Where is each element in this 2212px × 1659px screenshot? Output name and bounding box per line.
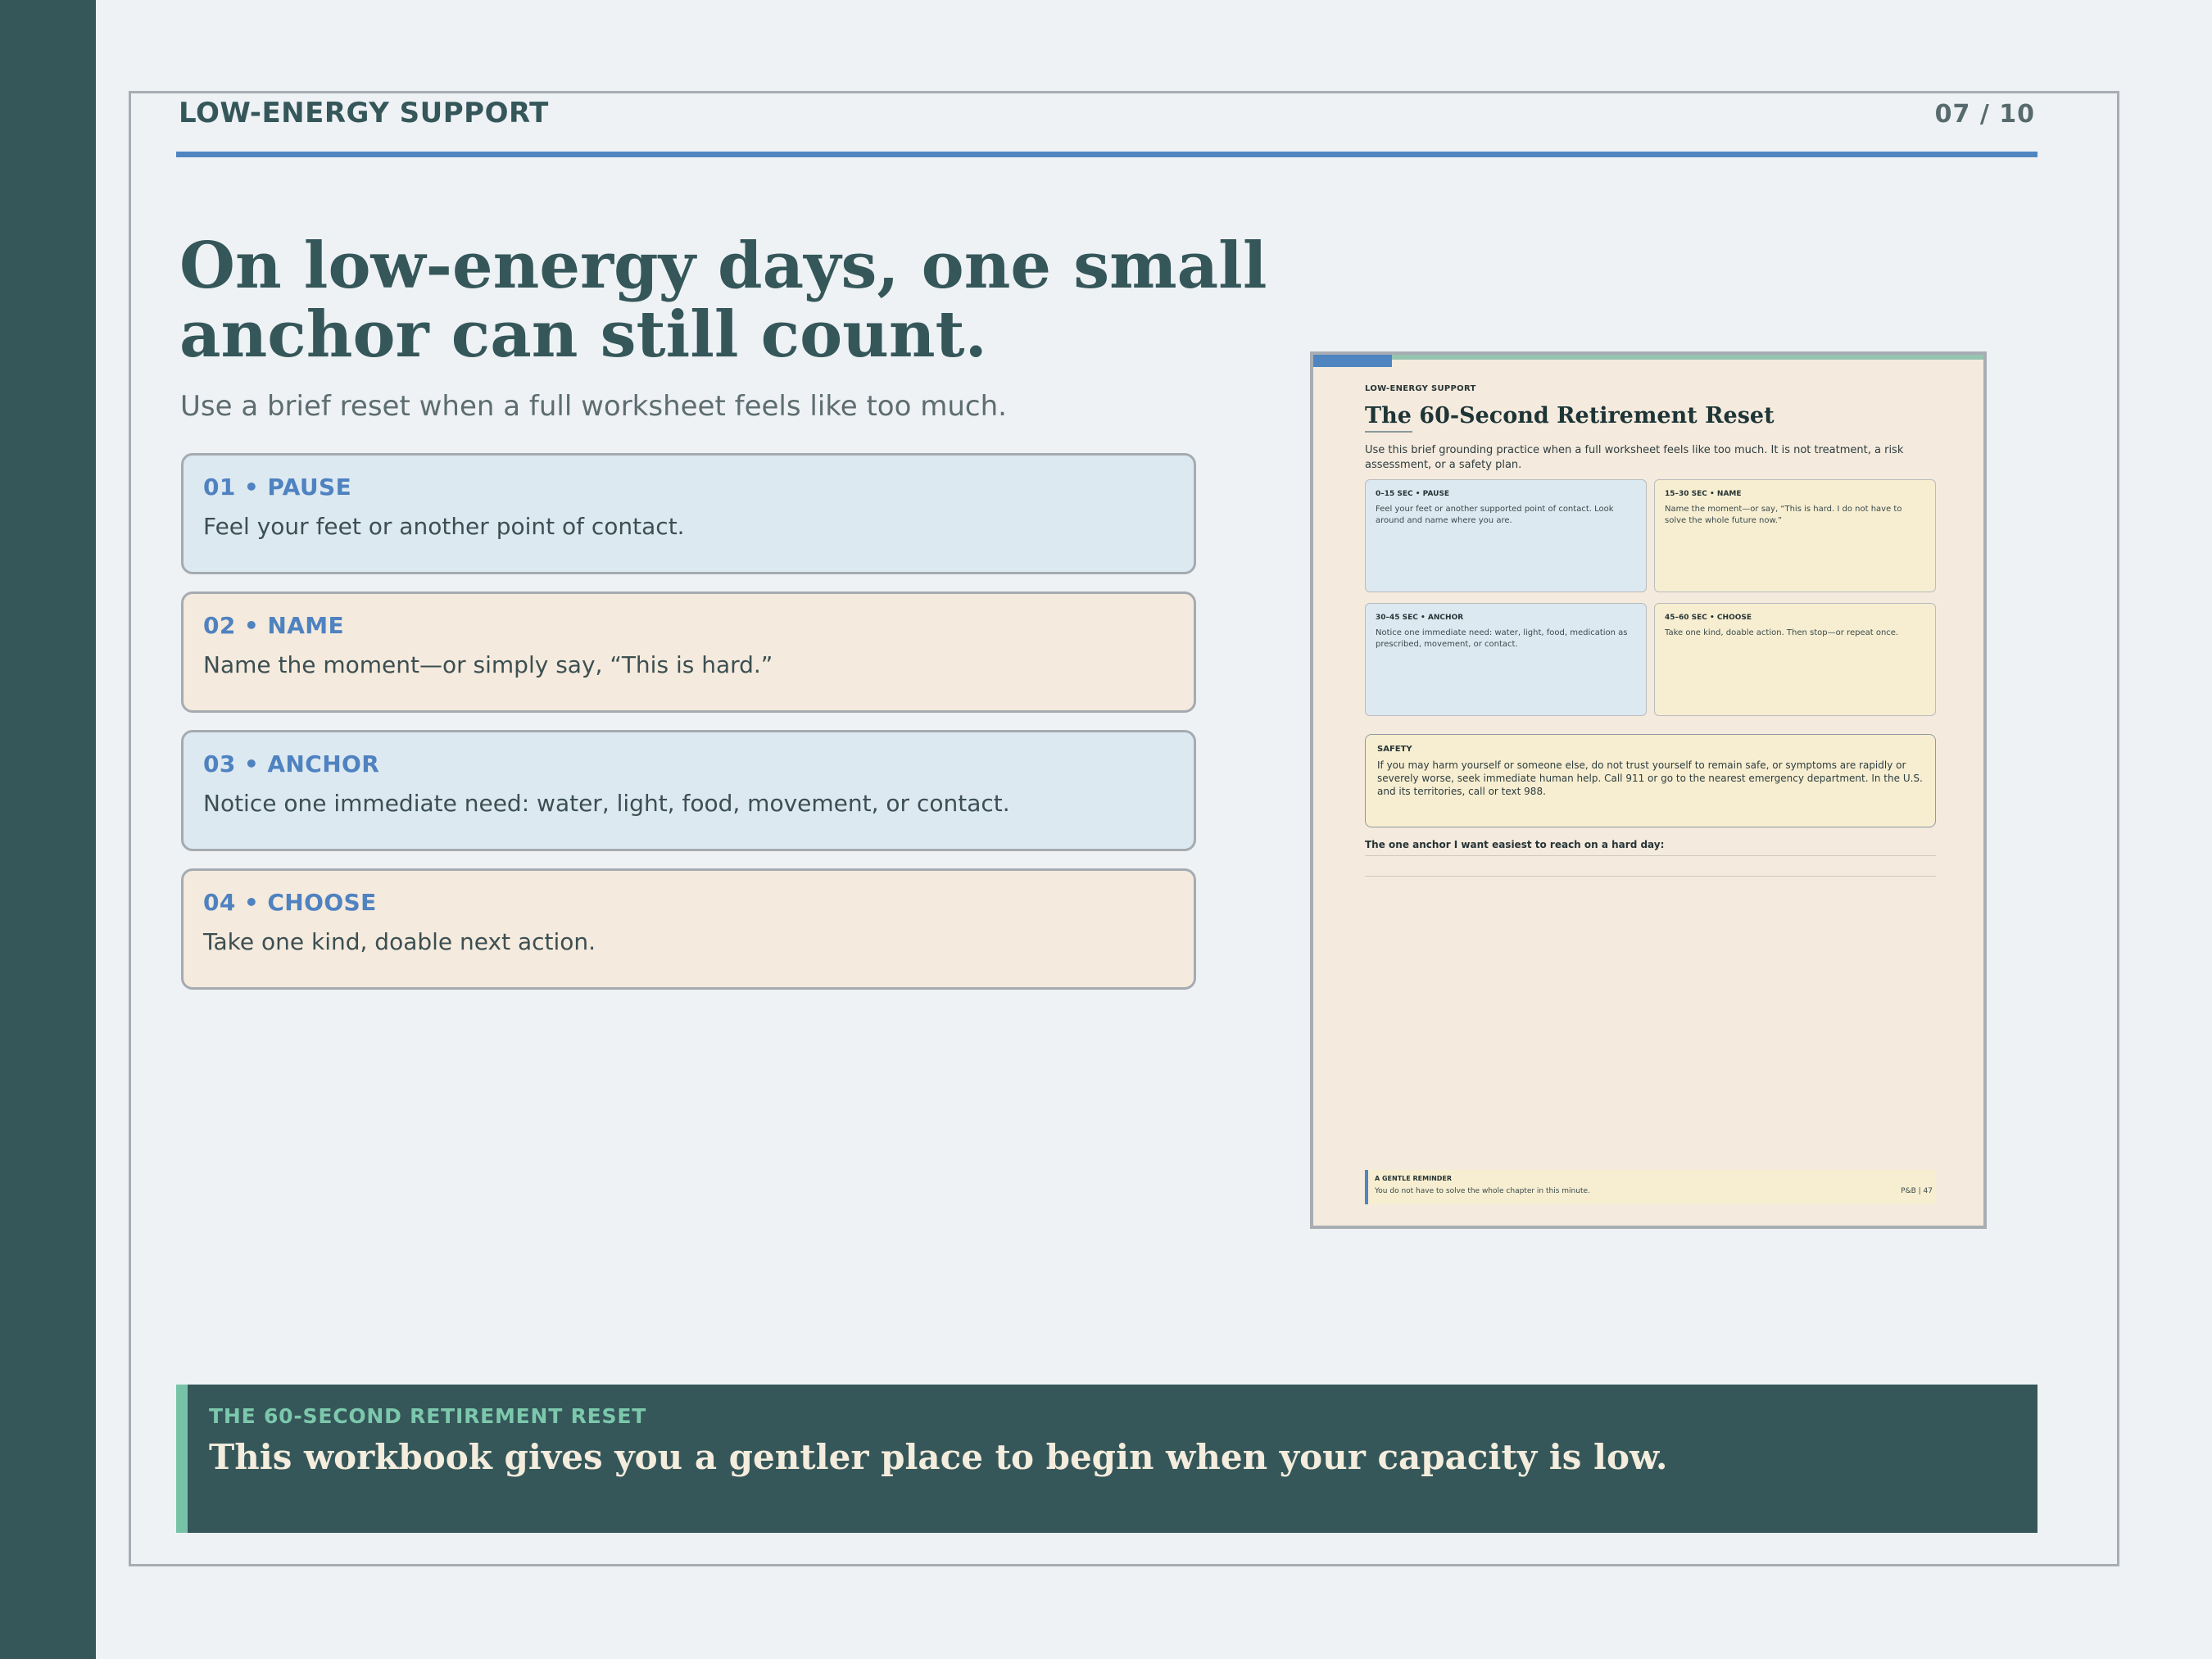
- banner-text: This workbook gives you a gentler place …: [209, 1437, 1668, 1477]
- banner-accent-bar: [176, 1385, 188, 1533]
- preview-page-ref: P&B | 47: [1901, 1187, 1933, 1195]
- preview-card-title: 15–30 SEC • NAME: [1665, 490, 1742, 498]
- preview-intro: Use this brief grounding practice when a…: [1365, 444, 1904, 471]
- preview-safety-text: If you may harm yourself or someone else…: [1377, 759, 1923, 797]
- preview-card-title: 30–45 SEC • ANCHOR: [1376, 614, 1464, 622]
- preview-card-title: 45–60 SEC • CHOOSE: [1665, 614, 1752, 622]
- preview-card-text: Notice one immediate need: water, light,…: [1376, 628, 1628, 649]
- preview-title-underline: [1365, 431, 1412, 433]
- step-text: Take one kind, doable next action.: [203, 928, 596, 955]
- step-text: Feel your feet or another point of conta…: [203, 513, 685, 540]
- step-title: 02 • NAME: [203, 612, 345, 639]
- preview-top-bar: [1313, 355, 1983, 360]
- step-card-pause: 01 • PAUSE Feel your feet or another poi…: [181, 453, 1196, 574]
- preview-top-accent: [1313, 355, 1392, 367]
- section-label: LOW-ENERGY SUPPORT: [179, 97, 549, 129]
- step-card-choose: 04 • CHOOSE Take one kind, doable next a…: [181, 868, 1196, 990]
- step-text: Name the moment—or simply say, “This is …: [203, 651, 773, 678]
- step-title: 01 • PAUSE: [203, 474, 352, 501]
- preview-reminder-title: A GENTLE REMINDER: [1375, 1175, 1453, 1182]
- preview-card-text: Take one kind, doable action. Then stop—…: [1665, 628, 1899, 637]
- preview-anchor-prompt: The one anchor I want easiest to reach o…: [1365, 839, 1665, 850]
- page-subtitle: Use a brief reset when a full worksheet …: [180, 390, 1007, 423]
- preview-card-name: 15–30 SEC • NAME Name the moment—or say,…: [1654, 479, 1936, 592]
- preview-safety-title: SAFETY: [1377, 745, 1412, 754]
- page-counter: 07 / 10: [1934, 100, 2035, 129]
- preview-title: The 60-Second Retirement Reset: [1365, 403, 1775, 428]
- preview-section-label: LOW-ENERGY SUPPORT: [1365, 384, 1476, 393]
- preview-card-text: Feel your feet or another supported poin…: [1376, 505, 1614, 525]
- preview-card-choose: 45–60 SEC • CHOOSE Take one kind, doable…: [1654, 603, 1936, 716]
- preview-card-text: Name the moment—or say, “This is hard. I…: [1665, 505, 1902, 525]
- preview-safety-box: SAFETY If you may harm yourself or someo…: [1365, 734, 1936, 827]
- step-text: Notice one immediate need: water, light,…: [203, 790, 1010, 817]
- preview-card-pause: 0–15 SEC • PAUSE Feel your feet or anoth…: [1365, 479, 1647, 592]
- step-card-name: 02 • NAME Name the moment—or simply say,…: [181, 592, 1196, 713]
- sidebar-strip: [0, 0, 96, 1659]
- worksheet-preview: LOW-ENERGY SUPPORT The 60-Second Retirem…: [1310, 351, 1987, 1229]
- preview-reminder: A GENTLE REMINDER You do not have to sol…: [1365, 1170, 1936, 1204]
- step-title: 03 • ANCHOR: [203, 750, 380, 777]
- step-card-anchor: 03 • ANCHOR Notice one immediate need: w…: [181, 730, 1196, 851]
- preview-reminder-text: You do not have to solve the whole chapt…: [1375, 1187, 1590, 1195]
- banner-kicker: THE 60-SECOND RETIREMENT RESET: [209, 1404, 647, 1428]
- page-title: On low-energy days, one small anchor can…: [179, 229, 1267, 372]
- preview-write-line: [1365, 876, 1936, 877]
- preview-card-anchor: 30–45 SEC • ANCHOR Notice one immediate …: [1365, 603, 1647, 716]
- header-divider: [176, 152, 2037, 157]
- preview-card-title: 0–15 SEC • PAUSE: [1376, 490, 1450, 498]
- step-title: 04 • CHOOSE: [203, 889, 377, 916]
- takeaway-banner: THE 60-SECOND RETIREMENT RESET This work…: [176, 1385, 2037, 1533]
- preview-write-line: [1365, 855, 1936, 856]
